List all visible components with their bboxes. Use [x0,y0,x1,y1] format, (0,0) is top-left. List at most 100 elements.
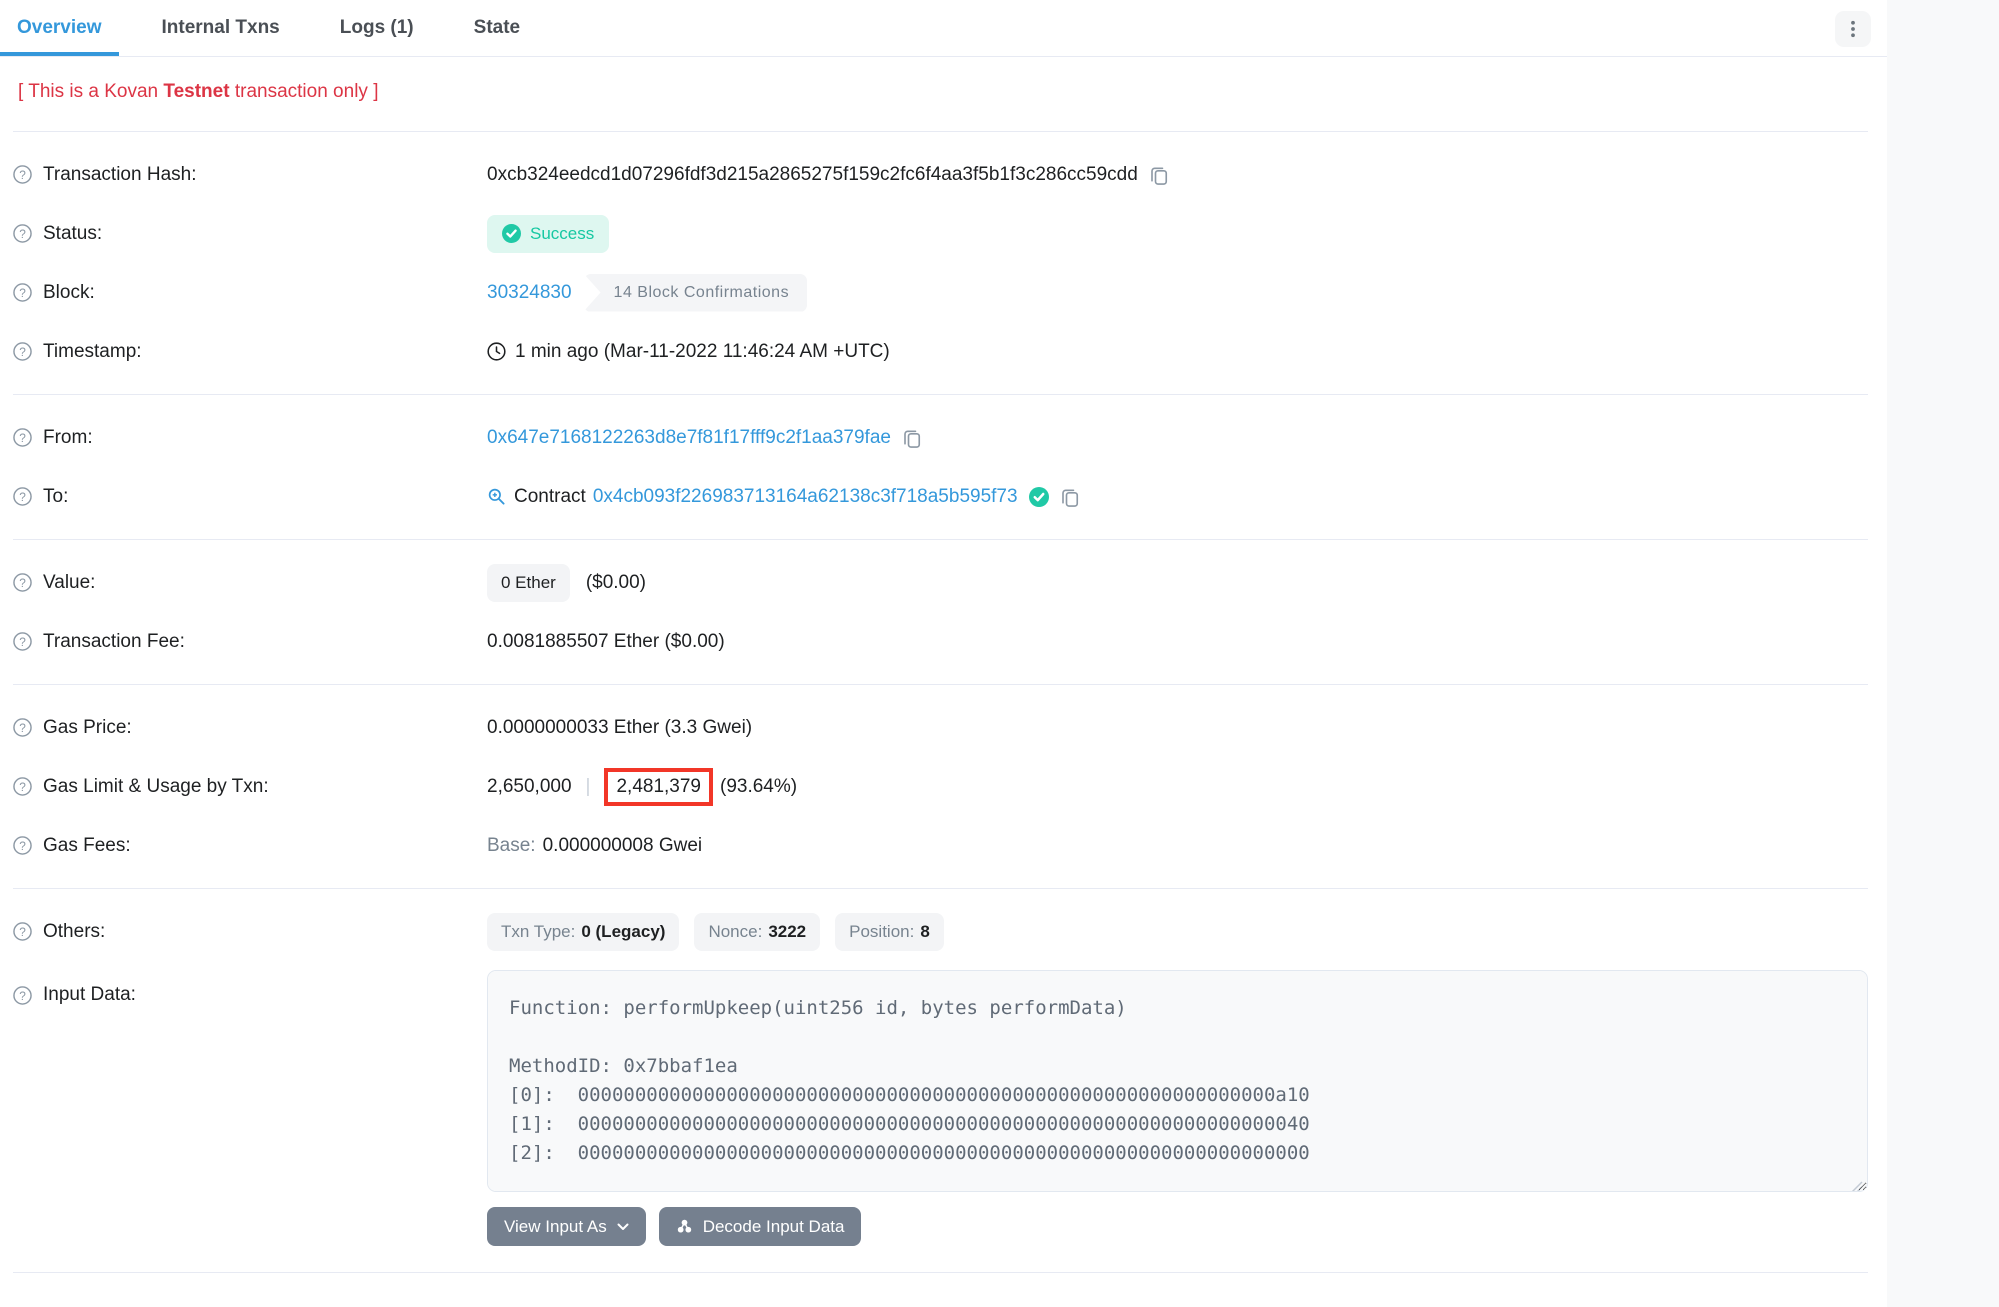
help-icon[interactable]: ? [13,836,32,855]
timestamp-label-group: ? Timestamp: [13,341,487,363]
from-address-link[interactable]: 0x647e7168122263d8e7f81f17fff9c2f1aa379f… [487,427,891,449]
row-gas-fees: ? Gas Fees: Base: 0.000000008 Gwei [13,816,1868,875]
transaction-fee-value: 0.0081885507 Ether ($0.00) [487,631,725,653]
view-input-as-label: View Input As [504,1217,607,1237]
transaction-hash-label-group: ? Transaction Hash: [13,164,487,186]
copy-icon[interactable] [1060,487,1080,507]
help-icon[interactable]: ? [13,342,32,361]
txn-type-label: Txn Type: [501,922,575,942]
decode-input-data-button[interactable]: Decode Input Data [659,1207,862,1246]
transaction-fee-label-group: ? Transaction Fee: [13,631,487,653]
svg-text:?: ? [19,431,26,445]
svg-text:?: ? [19,168,26,182]
gas-limit-value: 2,650,000 [487,776,572,798]
row-value: ? Value: 0 Ether ($0.00) [13,553,1868,612]
verified-check-icon [1029,487,1049,507]
row-gas-limit-usage: ? Gas Limit & Usage by Txn: 2,650,000 | … [13,757,1868,816]
help-icon[interactable]: ? [13,487,32,506]
svg-text:?: ? [19,925,26,939]
status-label-group: ? Status: [13,223,487,245]
svg-text:?: ? [19,576,26,590]
testnet-warning-suffix: transaction only ] [230,81,379,102]
help-icon[interactable]: ? [13,632,32,651]
decode-input-data-label: Decode Input Data [703,1217,845,1237]
tab-state-label: State [474,17,520,39]
tab-internal-txns[interactable]: Internal Txns [145,0,297,56]
svg-text:?: ? [19,286,26,300]
help-icon[interactable]: ? [13,165,32,184]
nonce-label: Nonce: [708,922,762,942]
input-data-line: [2]: 00000000000000000000000000000000000… [509,1139,1846,1168]
row-input-data: ? Input Data: Function: performUpkeep(ui… [13,970,1868,1246]
tab-overview-label: Overview [17,17,102,39]
copy-icon[interactable] [902,428,922,448]
row-gas-price: ? Gas Price: 0.0000000033 Ether (3.3 Gwe… [13,698,1868,757]
to-address-link[interactable]: 0x4cb093f226983713164a62138c3f718a5b595f… [593,486,1018,508]
tab-state[interactable]: State [457,0,537,56]
to-label-group: ? To: [13,486,487,508]
svg-text:?: ? [19,839,26,853]
section-summary: ? Transaction Hash: 0xcb324eedcd1d07296f… [13,132,1868,395]
tab-logs[interactable]: Logs (1) [323,0,431,56]
transaction-card: Overview Internal Txns Logs (1) State [ … [0,0,1887,1307]
decode-icon [676,1218,693,1235]
status-badge-text: Success [530,224,594,244]
gas-used-percent: (93.64%) [720,776,797,798]
txn-type-badge: Txn Type: 0 (Legacy) [487,913,679,951]
testnet-warning-bold: Testnet [163,81,229,102]
value-usd-text: ($0.00) [586,572,646,594]
help-icon[interactable]: ? [13,922,32,941]
testnet-warning: [ This is a Kovan Testnet transaction on… [13,57,1868,132]
more-options-button[interactable] [1835,11,1871,47]
input-data-line [509,1023,1846,1052]
nonce-badge: Nonce: 3222 [694,913,820,951]
input-data-line: [0]: 00000000000000000000000000000000000… [509,1081,1846,1110]
kebab-icon [1846,19,1860,39]
resize-handle[interactable] [1849,1173,1863,1187]
position-label: Position: [849,922,914,942]
row-timestamp: ? Timestamp: 1 min ago (Mar-11-2022 11:4… [13,322,1868,381]
help-icon[interactable]: ? [13,283,32,302]
from-label-group: ? From: [13,427,487,449]
svg-text:?: ? [19,780,26,794]
row-status: ? Status: Success [13,204,1868,263]
tab-bar: Overview Internal Txns Logs (1) State [0,0,1887,57]
help-icon[interactable]: ? [13,573,32,592]
help-icon[interactable]: ? [13,718,32,737]
view-input-as-button[interactable]: View Input As [487,1207,646,1246]
gas-used-value: 2,481,379 [616,776,701,797]
svg-text:?: ? [19,227,26,241]
help-icon[interactable]: ? [13,224,32,243]
block-label-group: ? Block: [13,282,487,304]
copy-icon[interactable] [1149,165,1169,185]
help-icon[interactable]: ? [13,428,32,447]
input-data-line: MethodID: 0x7bbaf1ea [509,1052,1846,1081]
section-value: ? Value: 0 Ether ($0.00) ? Transacti [13,540,1868,685]
row-transaction-hash: ? Transaction Hash: 0xcb324eedcd1d07296f… [13,145,1868,204]
help-icon[interactable]: ? [13,777,32,796]
value-label-group: ? Value: [13,572,487,594]
tab-overview[interactable]: Overview [0,0,119,56]
help-icon[interactable]: ? [13,986,32,1005]
transaction-page: Overview Internal Txns Logs (1) State [ … [0,0,1999,1307]
svg-text:?: ? [19,721,26,735]
tab-internal-txns-label: Internal Txns [162,17,280,39]
svg-text:?: ? [19,635,26,649]
block-number-link[interactable]: 30324830 [487,282,572,304]
svg-text:?: ? [19,988,26,1002]
to-type-text: Contract [514,486,586,508]
input-data-line: [1]: 00000000000000000000000000000000000… [509,1110,1846,1139]
input-data-actions: View Input As Decode Input Data [487,1207,1868,1246]
gas-price-label-group: ? Gas Price: [13,717,487,739]
to-label: To: [43,486,68,508]
value-label: Value: [43,572,95,594]
check-circle-icon [502,224,521,243]
overview-panel: [ This is a Kovan Testnet transaction on… [0,57,1887,1273]
input-data-textarea[interactable]: Function: performUpkeep(uint256 id, byte… [487,970,1868,1192]
transaction-hash-value: 0xcb324eedcd1d07296fdf3d215a2865275f159c… [487,164,1138,186]
nonce-value: 3222 [768,922,806,942]
magnifier-icon[interactable] [487,487,506,506]
txn-type-value: 0 (Legacy) [581,922,665,942]
section-addresses: ? From: 0x647e7168122263d8e7f81f17fff9c2… [13,395,1868,540]
svg-text:?: ? [19,345,26,359]
